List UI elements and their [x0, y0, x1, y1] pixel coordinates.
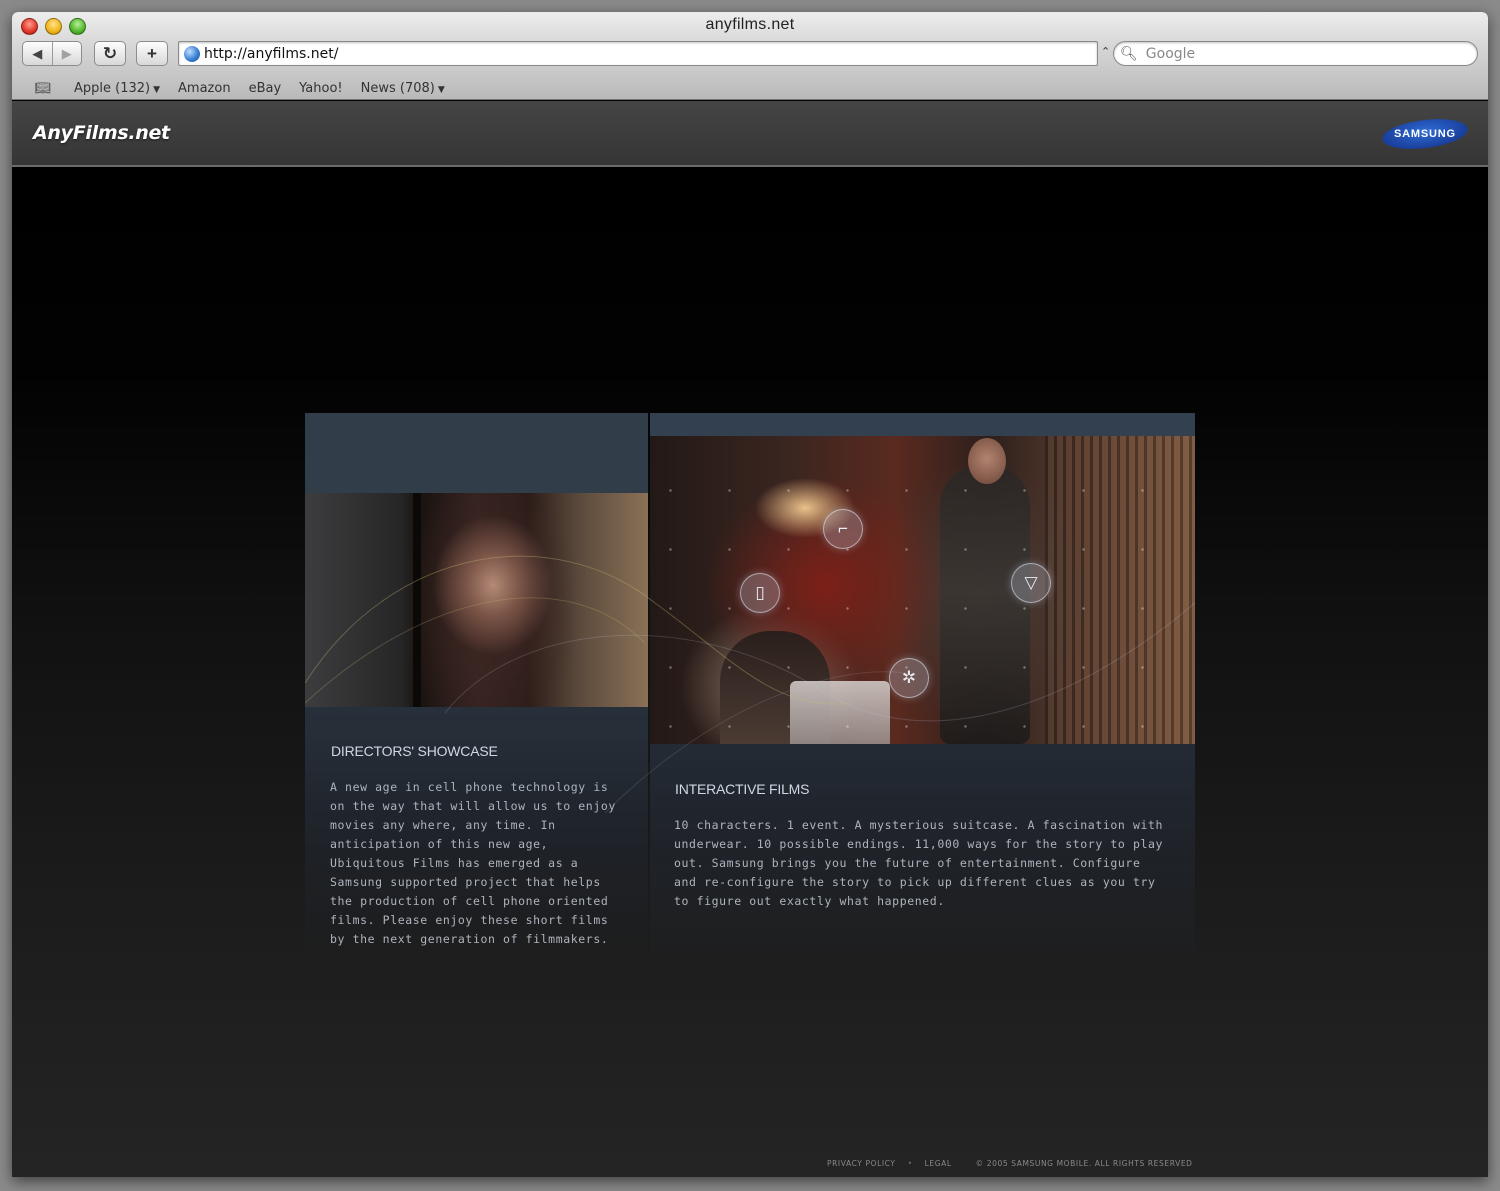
page-body: ⌐ ▯ ▽ ✲ DIRECTORS' SHOWCASE A new age in… [12, 169, 1488, 1177]
search-icon: 🔍︎ [1120, 45, 1138, 61]
footer-separator: • [907, 1159, 913, 1168]
plus-icon: + [147, 43, 157, 63]
legal-link[interactable]: LEGAL [925, 1159, 952, 1168]
door-frame [413, 493, 421, 707]
url-text: http://anyfilms.net/ [204, 45, 339, 62]
samsung-logo-text: SAMSUNG [1394, 128, 1456, 141]
gun-icon[interactable]: ⌐ [823, 509, 863, 549]
address-bar[interactable]: http://anyfilms.net/ [178, 41, 1098, 66]
bookmarks-bar: 📖︎ Apple (132) ▼ Amazon eBay Yahoo! News … [12, 76, 1488, 100]
bookmark-ebay[interactable]: eBay [249, 81, 282, 96]
globe-icon [184, 45, 200, 62]
bookmark-amazon[interactable]: Amazon [178, 81, 231, 96]
search-input[interactable]: 🔍︎ Google [1113, 41, 1478, 66]
window-title: anyfilms.net [705, 16, 795, 33]
bookmark-yahoo[interactable]: Yahoo! [299, 81, 342, 96]
browser-chrome: anyfilms.net ◀ ▶ ↻ + http://anyfilms.net… [12, 12, 1488, 100]
bookmarks-book-icon[interactable]: 📖︎ [32, 81, 54, 96]
snapback-icon[interactable]: ⌃ [1101, 45, 1110, 58]
forward-button[interactable]: ▶ [53, 42, 82, 65]
site-header: AnyFilms.net SAMSUNG [12, 101, 1488, 167]
search-placeholder: Google [1145, 45, 1196, 62]
samsung-logo[interactable]: SAMSUNG [1380, 114, 1470, 154]
bookmark-news[interactable]: News (708) ▼ [361, 81, 445, 96]
copyright-text: © 2005 SAMSUNG MOBILE. ALL RIGHTS RESERV… [975, 1159, 1193, 1168]
bookmark-apple[interactable]: Apple (132) ▼ [74, 81, 160, 96]
gear-icon[interactable]: ✲ [889, 658, 929, 698]
dropdown-arrow-icon: ▼ [153, 84, 161, 95]
browser-window: anyfilms.net ◀ ▶ ↻ + http://anyfilms.net… [12, 12, 1488, 1177]
wall-texture [1045, 436, 1195, 744]
phone-icon[interactable]: ▯ [740, 573, 780, 613]
film-character-man-head [968, 438, 1006, 484]
panel-header-bar [650, 413, 1195, 436]
back-arrow-icon: ◀ [32, 45, 43, 61]
content-area: ⌐ ▯ ▽ ✲ DIRECTORS' SHOWCASE A new age in… [305, 413, 1195, 973]
reload-button[interactable]: ↻ [94, 41, 126, 66]
privacy-policy-link[interactable]: PRIVACY POLICY [827, 1159, 896, 1168]
directors-showcase-image[interactable] [305, 493, 648, 707]
directors-showcase-description: A new age in cell phone technology is on… [330, 780, 616, 946]
site-footer: PRIVACY POLICY • LEGAL © 2005 SAMSUNG MO… [827, 1159, 1193, 1168]
dropdown-arrow-icon: ▼ [437, 84, 445, 95]
interactive-films-title[interactable]: INTERACTIVE FILMS [675, 781, 809, 797]
site-logo[interactable]: AnyFilms.net [33, 122, 170, 144]
back-forward-group: ◀ ▶ [22, 41, 82, 66]
add-bookmark-button[interactable]: + [136, 41, 168, 66]
back-button[interactable]: ◀ [23, 42, 53, 65]
film-character-man [940, 466, 1030, 744]
panel-header-bar [305, 413, 648, 493]
interactive-film-image[interactable] [650, 436, 1195, 744]
underwear-icon[interactable]: ▽ [1011, 563, 1051, 603]
forward-arrow-icon: ▶ [61, 45, 72, 61]
directors-showcase-title[interactable]: DIRECTORS' SHOWCASE [331, 743, 498, 759]
suitcase-shape [790, 681, 890, 744]
interactive-films-description: 10 characters. 1 event. A mysterious sui… [674, 818, 1164, 908]
reload-icon: ↻ [102, 43, 118, 63]
